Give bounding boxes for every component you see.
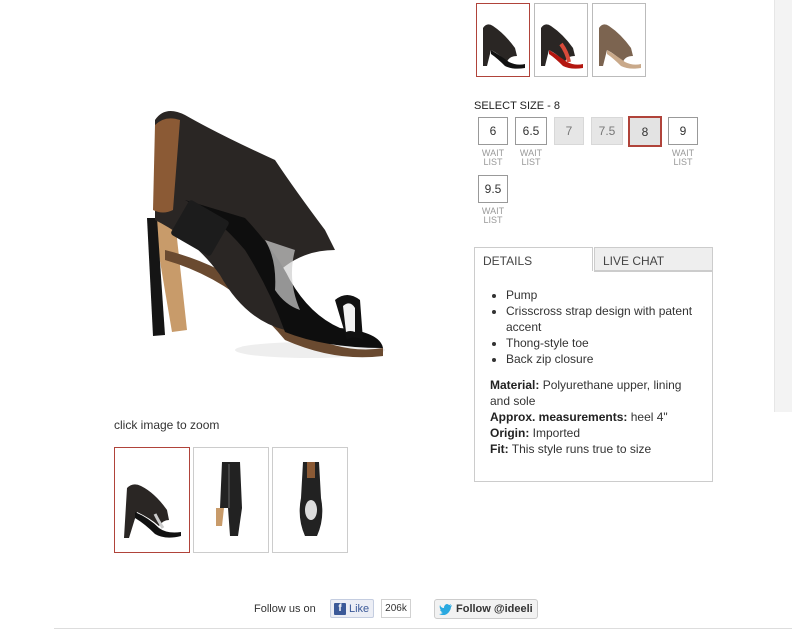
size-option-6-5[interactable]: 6.5 bbox=[515, 117, 547, 145]
follow-us-label: Follow us on bbox=[254, 603, 316, 615]
spec-measurements: Approx. measurements: heel 4" bbox=[490, 410, 668, 424]
zoom-hint: click image to zoom bbox=[114, 418, 220, 432]
size-option-6[interactable]: 6 bbox=[478, 117, 508, 145]
size-option-7[interactable]: 7 bbox=[554, 117, 584, 145]
spec-origin: Origin: Imported bbox=[490, 426, 581, 440]
thumbnail-back-view[interactable] bbox=[193, 447, 269, 553]
feature-item: Thong-style toe bbox=[506, 335, 706, 351]
size-option-9-5[interactable]: 9.5 bbox=[478, 175, 508, 203]
main-product-image[interactable] bbox=[125, 100, 400, 380]
color-swatch-taupe[interactable] bbox=[592, 3, 646, 77]
feature-item: Pump bbox=[506, 287, 706, 303]
footer-divider bbox=[54, 628, 792, 629]
thumbnail-side-view[interactable] bbox=[114, 447, 190, 553]
twitter-bird-icon bbox=[439, 604, 452, 615]
feature-item: Crisscross strap design with patent acce… bbox=[506, 303, 706, 335]
tab-live-chat[interactable]: LIVE CHAT bbox=[594, 247, 713, 271]
wait-list-label-9-5: WAIT LIST bbox=[481, 206, 505, 225]
spec-fit: Fit: This style runs true to size bbox=[490, 442, 652, 456]
feature-item: Back zip closure bbox=[506, 351, 706, 367]
facebook-like-button[interactable]: f Like bbox=[330, 599, 374, 618]
facebook-like-count: 206k bbox=[381, 599, 411, 618]
size-option-8[interactable]: 8 bbox=[628, 116, 662, 147]
wait-list-label-9: WAIT LIST bbox=[671, 148, 695, 167]
spec-material: Material: Polyurethane upper, lining and… bbox=[490, 378, 682, 408]
tab-details[interactable]: DETAILS bbox=[474, 247, 593, 271]
facebook-icon: f bbox=[334, 602, 346, 615]
page-scrollbar[interactable] bbox=[774, 0, 792, 412]
size-option-7-5[interactable]: 7.5 bbox=[591, 117, 623, 145]
details-panel: Pump Crisscross strap design with patent… bbox=[474, 271, 713, 482]
product-specs: Material: Polyurethane upper, lining and… bbox=[490, 377, 700, 457]
twitter-follow-button[interactable]: Follow @ideeli bbox=[434, 599, 538, 619]
wait-list-label-6-5: WAIT LIST bbox=[519, 148, 543, 167]
size-option-9[interactable]: 9 bbox=[668, 117, 698, 145]
wait-list-label-6: WAIT LIST bbox=[481, 148, 505, 167]
color-swatch-red[interactable] bbox=[534, 3, 588, 77]
color-swatch-black[interactable] bbox=[476, 3, 530, 77]
twitter-follow-label: Follow @ideeli bbox=[456, 603, 533, 615]
facebook-like-label: Like bbox=[349, 602, 370, 615]
thumbnail-front-view[interactable] bbox=[272, 447, 348, 553]
size-selector-title: SELECT SIZE - 8 bbox=[474, 100, 560, 112]
feature-list: Pump Crisscross strap design with patent… bbox=[489, 287, 706, 367]
